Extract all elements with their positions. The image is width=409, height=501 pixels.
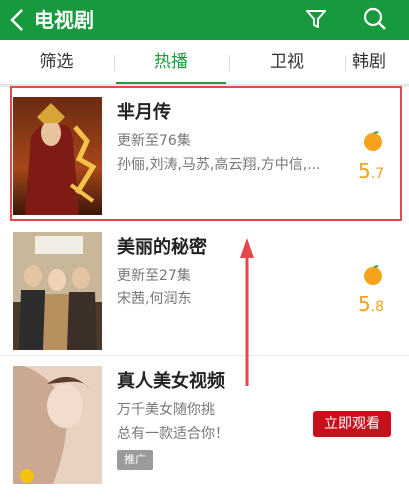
back-icon[interactable] [6, 6, 30, 34]
ad-poster[interactable] [13, 366, 102, 484]
drama-poster[interactable] [13, 232, 102, 350]
orange-fruit-icon [364, 265, 382, 285]
top-bar: 电视剧 [0, 0, 409, 40]
tab-filter[interactable]: 筛选 [4, 40, 109, 84]
page-title: 电视剧 [34, 8, 94, 32]
tab-korean[interactable]: 韩剧 [352, 40, 409, 84]
tab-divider [229, 55, 230, 71]
rating-score: 5.8 [358, 292, 385, 316]
active-tab-indicator [116, 82, 226, 84]
tab-satellite[interactable]: 卫视 [234, 40, 340, 84]
cast-list: 宋茜,何润东 [117, 291, 192, 307]
tab-divider [114, 55, 115, 71]
drama-list-item[interactable]: 美丽的秘密 更新至27集 宋茜,何润东 5.8 [0, 222, 409, 355]
highlight-box [10, 86, 402, 221]
tab-hot[interactable]: 热播 [118, 40, 224, 84]
category-tabs: 筛选 热播 卫视 韩剧 [0, 40, 409, 85]
watch-now-button[interactable]: 立即观看 [313, 411, 391, 437]
drama-title: 美丽的秘密 [117, 237, 207, 258]
search-icon[interactable] [362, 6, 388, 32]
filter-icon[interactable] [304, 7, 328, 31]
ad-line: 总有一款适合你！ [117, 426, 229, 442]
episode-status: 更新至27集 [117, 268, 191, 284]
ad-line: 万千美女随你挑 [117, 402, 215, 418]
sponsored-badge: 推广 [117, 450, 153, 470]
tab-divider [345, 55, 346, 71]
ad-title: 真人美女视频 [117, 371, 225, 392]
